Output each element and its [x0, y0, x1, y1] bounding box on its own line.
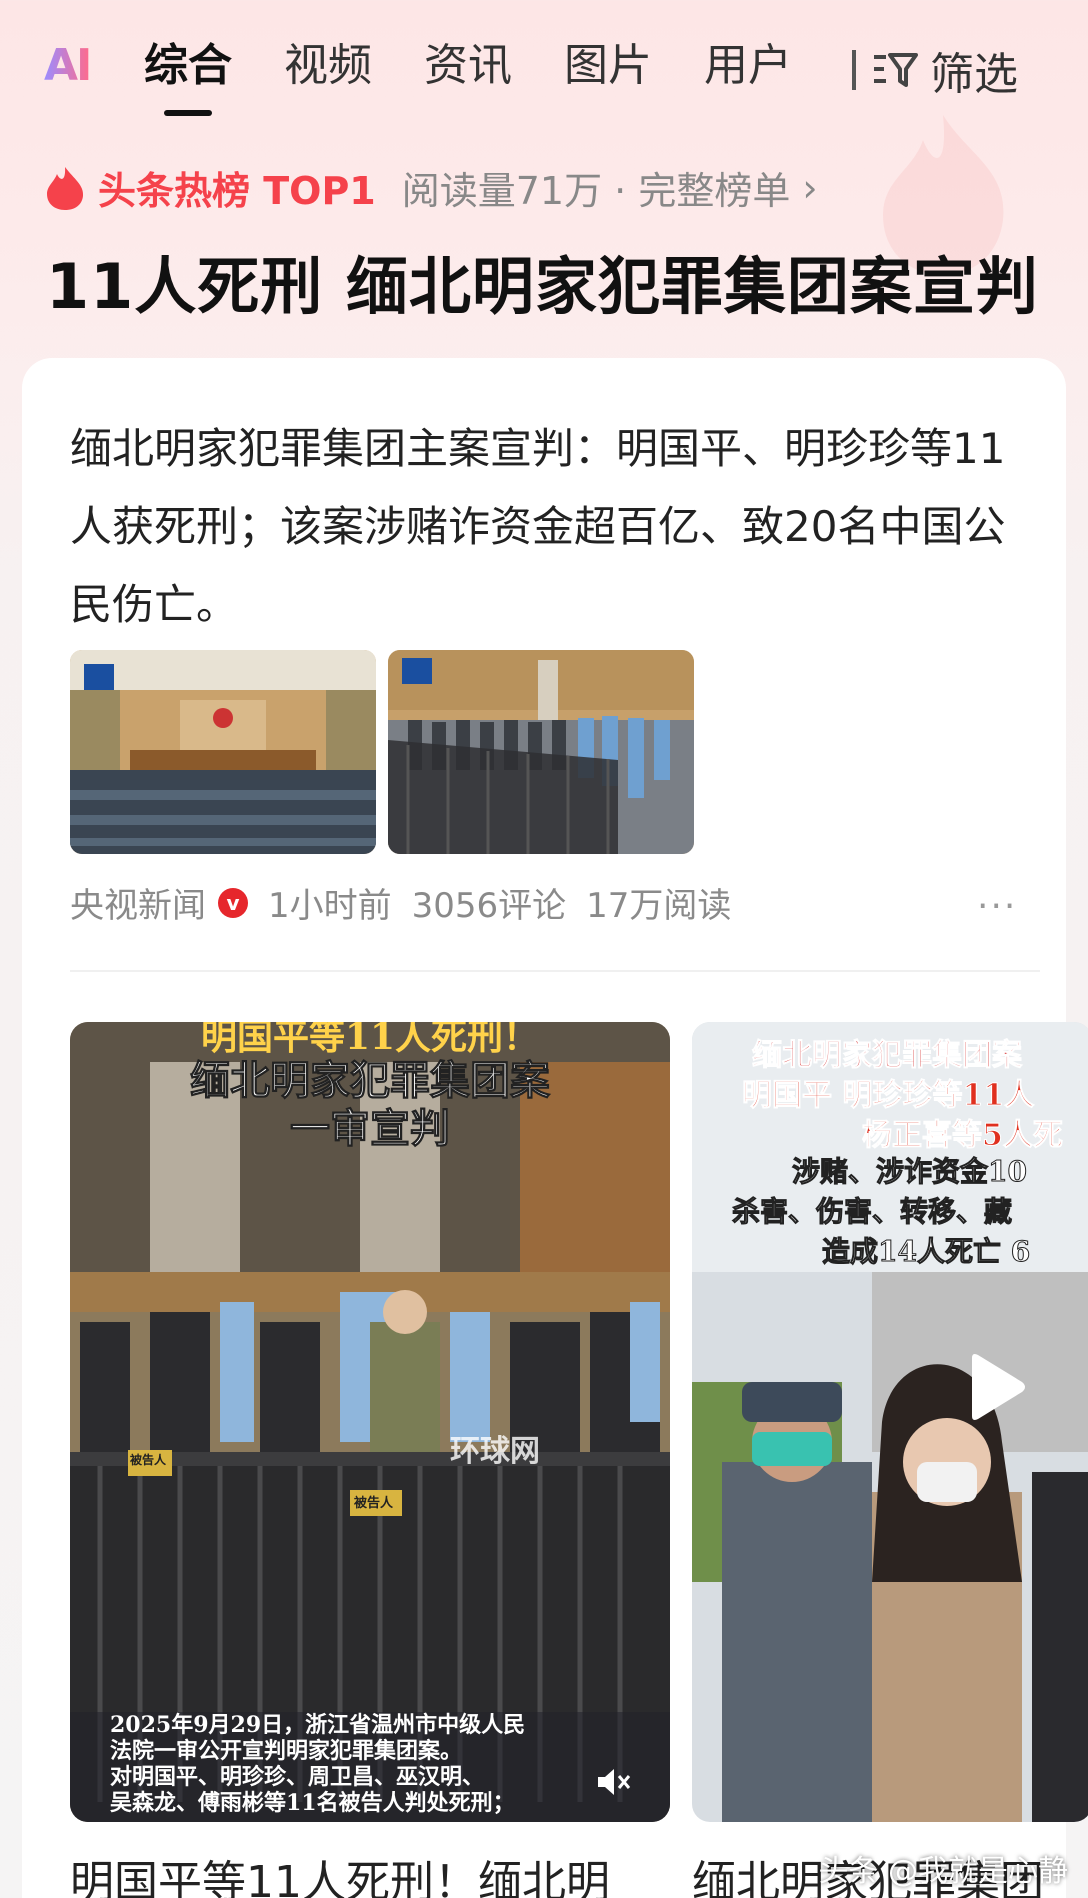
more-options-icon[interactable]: ··· — [977, 886, 1017, 927]
divider — [70, 970, 1040, 972]
comment-count: 3056评论 — [411, 886, 567, 926]
video-card-2[interactable]: 缅北明家犯罪集团案 明国平 明珍珍等11人 杨正喜等5人死 涉赌、涉诈资金10 … — [692, 1022, 1088, 1822]
video-2-caption-4: 涉赌、涉诈资金10 — [792, 1155, 1028, 1189]
article-meta: 央视新闻 v 1小时前 3056评论 17万阅读 — [70, 878, 1030, 927]
tab-news[interactable]: 资讯 — [424, 36, 512, 96]
read-count: 17万阅读 — [586, 886, 732, 926]
video-2-caption-1: 缅北明家犯罪集团案 — [752, 1038, 1023, 1074]
hot-rank-meta: 阅读量71万 · 完整榜单 — [401, 169, 791, 213]
article-summary[interactable]: 缅北明家犯罪集团主案宣判：明国平、明珍珍等11人获死刑；该案涉赌诈资金超百亿、致… — [70, 410, 1030, 644]
play-icon[interactable] — [964, 1352, 1028, 1422]
tab-general[interactable]: 综合 — [144, 36, 232, 116]
page-title: 11人死刑 缅北明家犯罪集团案宣判 — [46, 250, 1039, 323]
thumbnail-defendants[interactable] — [388, 650, 694, 854]
video-1-caption-bottom-1: 2025年9月29日，浙江省温州市中级人民 — [110, 1712, 526, 1738]
video-2-caption-6: 造成14人死亡 6 — [822, 1235, 1031, 1269]
thumbnail-courtroom-wide[interactable] — [70, 650, 376, 854]
hot-rank-label: 头条热榜 TOP1 — [98, 169, 376, 213]
filter-button[interactable]: 筛选 — [852, 38, 1018, 102]
ai-tab[interactable]: AI — [44, 40, 92, 91]
tab-users[interactable]: 用户 — [704, 36, 792, 96]
tab-images[interactable]: 图片 — [564, 36, 652, 96]
video-card-1[interactable]: 明国平等11人死刑！ 缅北明家犯罪集团案 一审宣判 环球网 被告人 被告人 20… — [70, 1022, 670, 1822]
video-1-caption-bottom-3: 对明国平、明珍珍、周卫昌、巫汉明、 — [110, 1764, 485, 1790]
result-card: 缅北明家犯罪集团主案宣判：明国平、明珍珍等11人获死刑；该案涉赌诈资金超百亿、致… — [22, 358, 1088, 1898]
video-1-title[interactable]: 明国平等11人死刑！缅北明 — [70, 1846, 610, 1898]
tab-overflow-indicator — [852, 50, 856, 90]
publish-time: 1小时前 — [268, 886, 392, 926]
flame-icon — [47, 166, 84, 210]
defendant-sign-2: 被告人 — [354, 1496, 394, 1511]
top-nav: AI 综合 视频 资讯 图片 用户 筛选 — [0, 0, 1088, 120]
video-1-caption-sub: 一审宣判 — [290, 1105, 451, 1153]
verified-icon: v — [218, 887, 248, 918]
hot-rank-row[interactable]: 头条热榜 TOP1 阅读量71万 · 完整榜单 › — [44, 160, 818, 215]
chevron-right-icon: › — [802, 165, 818, 210]
mute-icon[interactable] — [592, 1762, 632, 1802]
video-1-caption-bottom-4: 吴森龙、傅雨彬等11名被告人判处死刑； — [110, 1790, 515, 1816]
tab-video[interactable]: 视频 — [284, 36, 372, 96]
source-name[interactable]: 央视新闻 — [70, 878, 206, 927]
defendant-sign-1: 被告人 — [130, 1453, 167, 1467]
video-1-caption-bottom-2: 法院一审公开宣判明家犯罪集团案。 — [110, 1738, 463, 1764]
video-1-watermark: 环球网 — [450, 1434, 540, 1469]
page-watermark: 头条 @我就是心静 — [818, 1854, 1068, 1889]
article-thumbnails — [70, 650, 694, 854]
video-2-caption-5: 杀害、伤害、转移、藏 — [732, 1195, 1013, 1229]
search-tabs: 综合 视频 资讯 图片 用户 — [144, 36, 792, 116]
filter-label: 筛选 — [930, 49, 1018, 100]
video-2-caption-2: 明国平 明珍珍等11人 — [742, 1078, 1035, 1114]
filter-icon — [874, 53, 918, 87]
video-2-caption-3: 杨正喜等5人死 — [862, 1118, 1064, 1154]
